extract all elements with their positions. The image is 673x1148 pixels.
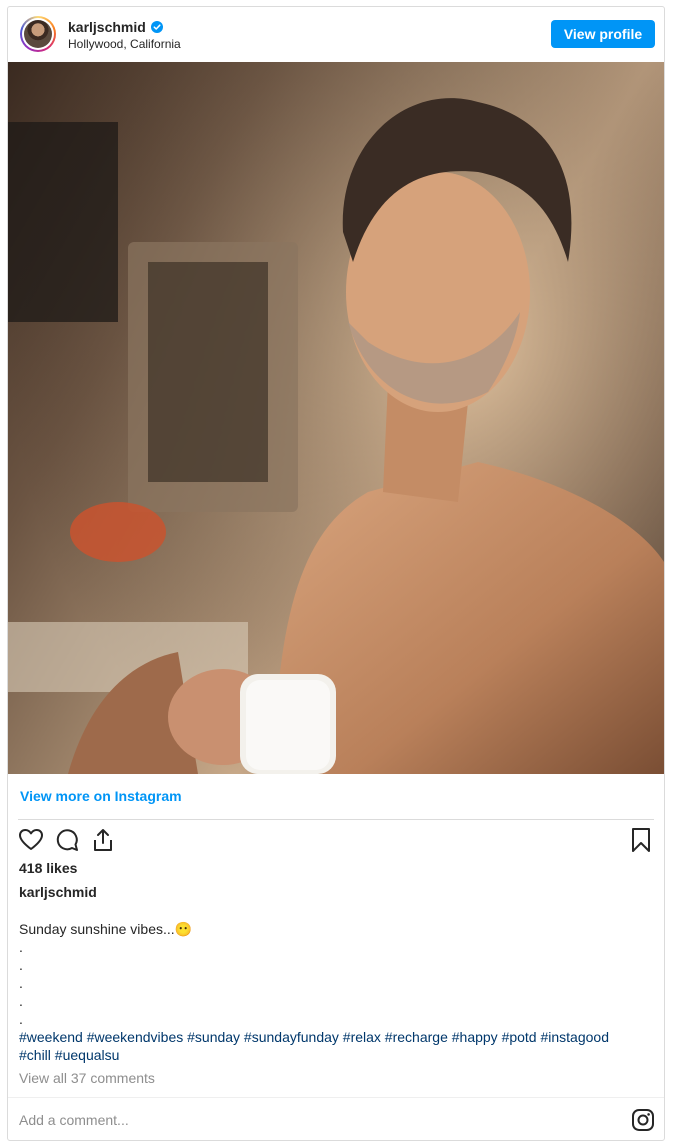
- header-location[interactable]: Hollywood, California: [68, 37, 181, 51]
- avatar[interactable]: [20, 16, 56, 52]
- avatar-image: [24, 20, 52, 48]
- heart-icon[interactable]: [18, 827, 44, 853]
- avatar-frame: [22, 18, 54, 50]
- view-all-comments-link[interactable]: View all 37 comments: [19, 1070, 155, 1086]
- caption-dot: .: [19, 975, 23, 991]
- caption-dot: .: [19, 1011, 23, 1027]
- hashtags-line-1[interactable]: #weekend #weekendvibes #sunday #sundayfu…: [19, 1028, 659, 1046]
- caption: Sunday sunshine vibes...😶 . . . . . #wee…: [19, 920, 659, 1064]
- instagram-logo-icon[interactable]: [631, 1108, 655, 1132]
- view-profile-button[interactable]: View profile: [551, 20, 655, 48]
- action-bar: [18, 827, 654, 857]
- verified-badge-icon: [151, 21, 163, 33]
- likes-count[interactable]: 418 likes: [19, 860, 77, 876]
- emoji-icon: 😶: [174, 921, 193, 937]
- instagram-embed-card: karljschmid Hollywood, California View p…: [7, 6, 665, 1141]
- post-photo[interactable]: [8, 62, 664, 774]
- caption-dot: .: [19, 939, 23, 955]
- caption-username[interactable]: karljschmid: [19, 884, 97, 900]
- bookmark-icon[interactable]: [628, 827, 654, 853]
- photo-illustration: [8, 62, 664, 774]
- add-comment-input[interactable]: Add a comment...: [19, 1112, 129, 1128]
- caption-text-line: Sunday sunshine vibes...😶: [19, 920, 659, 938]
- divider: [8, 1097, 664, 1098]
- comment-icon[interactable]: [54, 827, 80, 853]
- caption-text: Sunday sunshine vibes...: [19, 921, 175, 937]
- post-header: karljschmid Hollywood, California View p…: [8, 7, 664, 62]
- view-more-link[interactable]: View more on Instagram: [20, 788, 182, 804]
- divider: [18, 819, 654, 820]
- caption-dot: .: [19, 993, 23, 1009]
- header-username[interactable]: karljschmid: [68, 19, 146, 35]
- share-icon[interactable]: [90, 827, 116, 853]
- caption-dot: .: [19, 957, 23, 973]
- hashtags-line-2[interactable]: #chill #uequalsu: [19, 1046, 659, 1064]
